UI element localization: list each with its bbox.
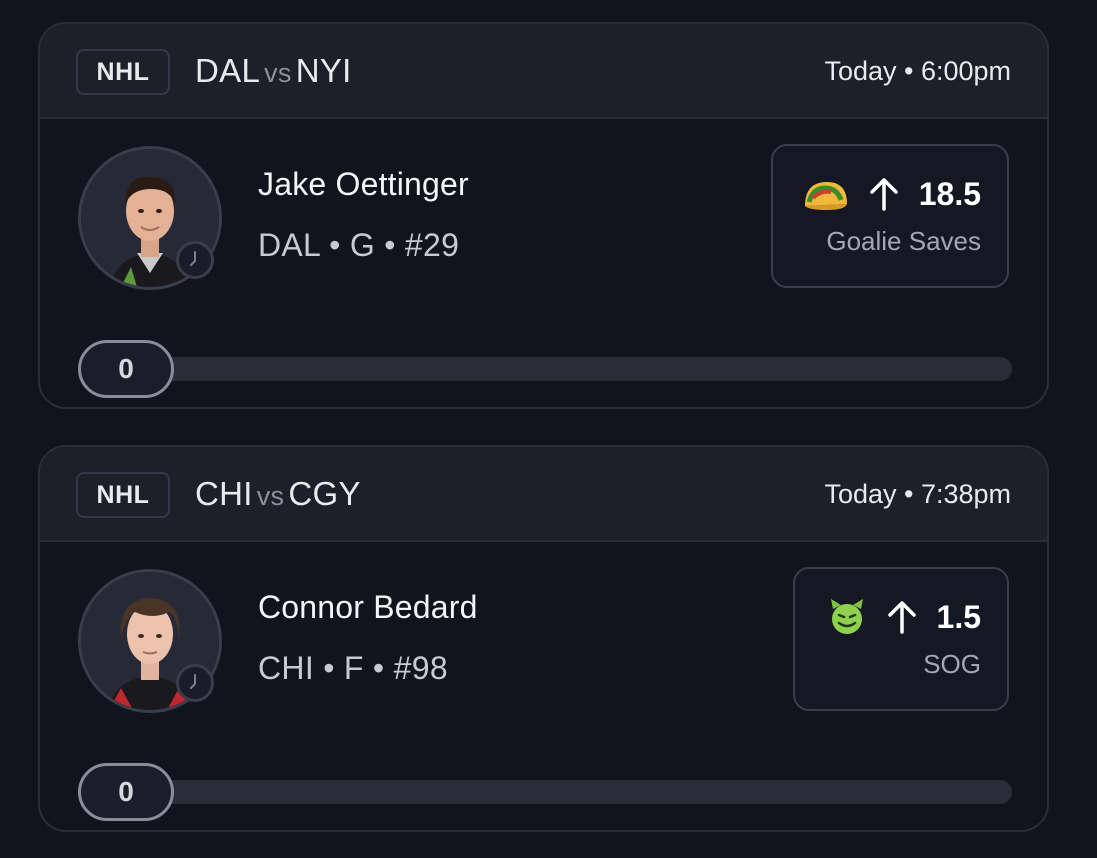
- up-arrow-icon: [867, 176, 901, 212]
- prop-row: 18.5: [801, 174, 981, 214]
- matchup: DAL vs NYI: [195, 52, 352, 90]
- progress-track: [118, 780, 1012, 804]
- progress-track: [118, 357, 1012, 381]
- player-name[interactable]: Connor Bedard: [258, 589, 478, 626]
- line-value: 18.5: [918, 175, 981, 212]
- player-info: DAL • G • #29: [258, 227, 460, 263]
- vs-label: vs: [256, 481, 285, 511]
- player-info: CHI • F • #98: [258, 650, 448, 686]
- pick-card-1[interactable]: NHL DAL vs NYI Today • 6:00pm Jake Oetting…: [38, 22, 1049, 409]
- progress-count: 0: [78, 763, 174, 821]
- progress-count: 0: [78, 340, 174, 398]
- taco-icon: [801, 174, 849, 214]
- player-name[interactable]: Jake Oettinger: [258, 166, 469, 203]
- line-value: 1.5: [936, 598, 981, 635]
- home-team: CHI: [195, 475, 253, 512]
- pick-card-2[interactable]: NHL CHI vs CGY Today • 7:38pm Connor Bedar…: [38, 445, 1049, 832]
- stat-name: SOG: [923, 649, 981, 679]
- prop-box[interactable]: 18.5 Goalie Saves: [771, 144, 1009, 288]
- clock-icon: [176, 241, 214, 279]
- green-devil-icon: [827, 597, 867, 637]
- clock-icon: [176, 664, 214, 702]
- away-team: NYI: [295, 52, 352, 89]
- away-team: CGY: [288, 475, 361, 512]
- matchup: CHI vs CGY: [195, 475, 361, 513]
- up-arrow-icon: [885, 599, 919, 635]
- stat-name: Goalie Saves: [826, 226, 981, 256]
- vs-label: vs: [264, 58, 292, 88]
- home-team: DAL: [195, 52, 261, 89]
- league-badge: NHL: [76, 49, 170, 95]
- game-header: NHL CHI vs CGY Today • 7:38pm: [40, 447, 1047, 542]
- league-badge: NHL: [76, 472, 170, 518]
- game-time: Today • 6:00pm: [824, 56, 1011, 86]
- prop-row: 1.5: [827, 597, 981, 637]
- game-header: NHL DAL vs NYI Today • 6:00pm: [40, 24, 1047, 119]
- game-time: Today • 7:38pm: [824, 479, 1011, 509]
- prop-box[interactable]: 1.5 SOG: [793, 567, 1009, 711]
